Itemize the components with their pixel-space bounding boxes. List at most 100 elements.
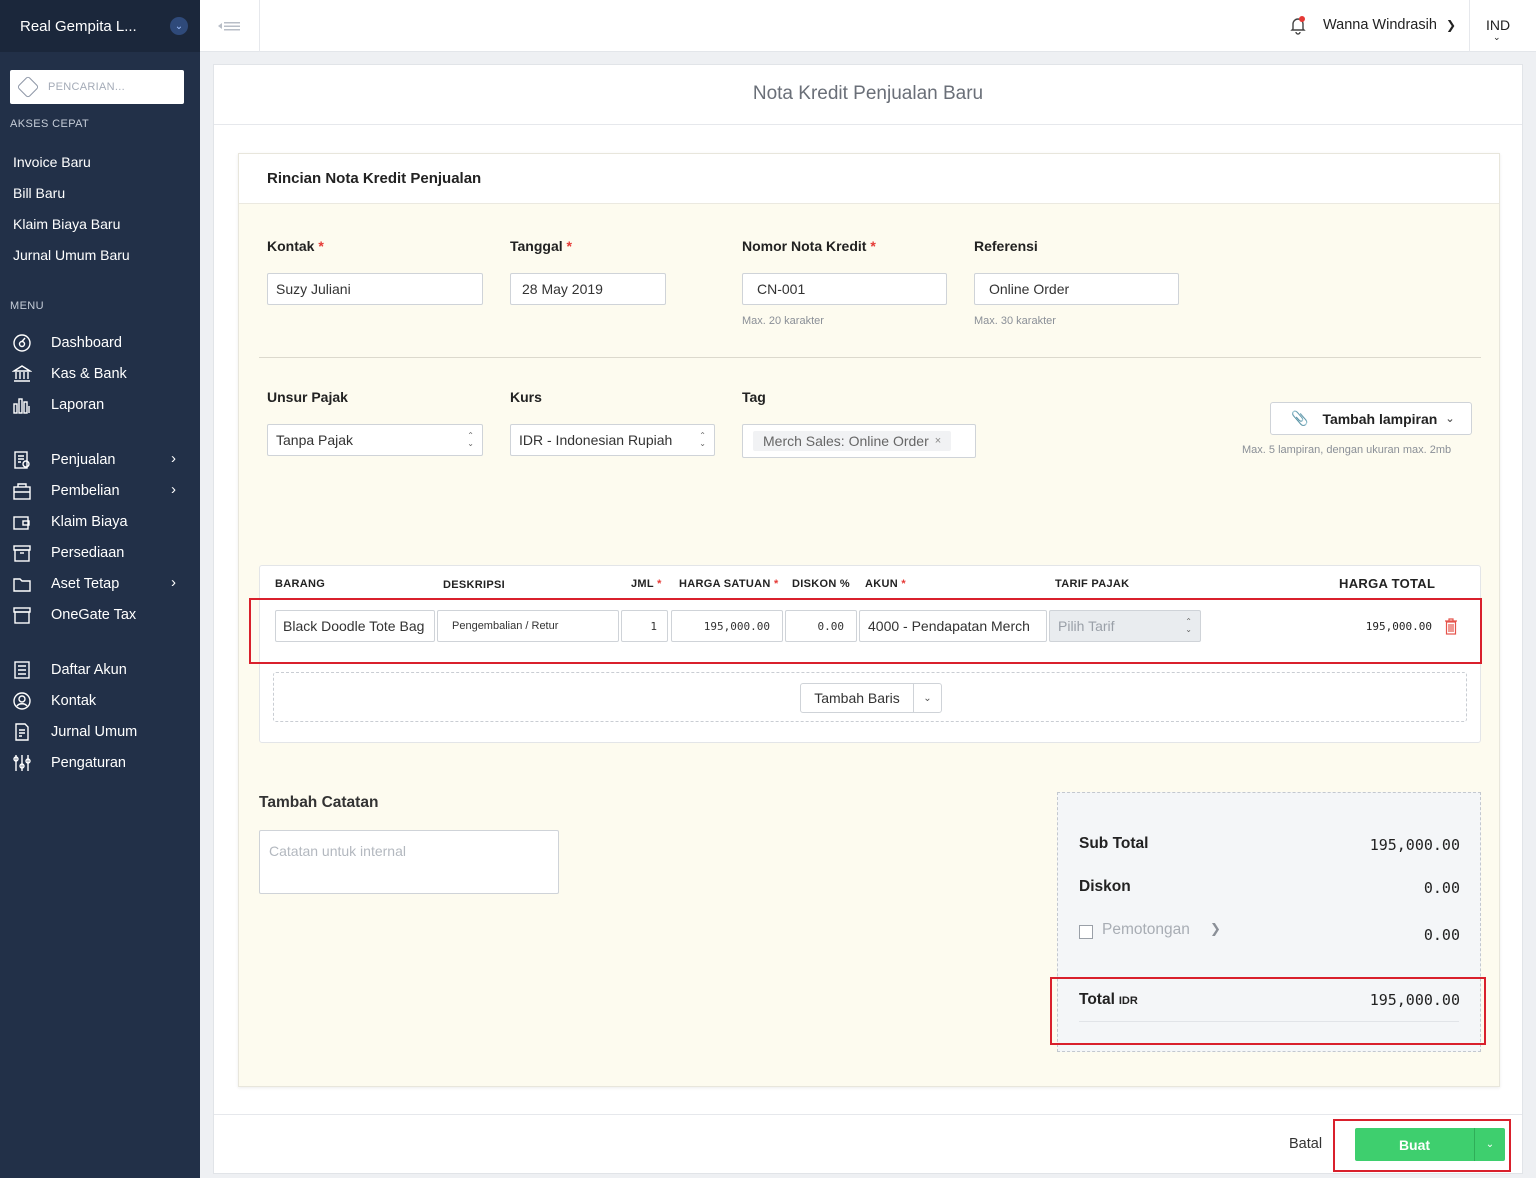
chevron-down-icon[interactable]: ⌄: [170, 17, 188, 35]
journal-icon: [12, 722, 32, 742]
sidebar-item-fixed-assets[interactable]: Aset Tetap ›: [12, 572, 188, 596]
divider: [214, 1114, 1522, 1115]
sidebar-item-label: Penjualan: [51, 452, 116, 468]
sidebar-item-general-journal[interactable]: Jurnal Umum: [12, 720, 188, 744]
add-row-button[interactable]: Tambah Baris ⌄: [800, 683, 942, 713]
contact-icon: [12, 691, 32, 711]
discount-value: 0.00: [1423, 879, 1460, 897]
tax-value: Tanpa Pajak: [276, 432, 354, 448]
sidebar-item-inventory[interactable]: Persediaan: [12, 541, 188, 565]
wallet-icon: [12, 512, 32, 532]
sidebar-item-label: Kontak: [51, 693, 97, 709]
sidebar-item-sales[interactable]: Penjualan ›: [12, 448, 188, 472]
sidebar-item-contacts[interactable]: Kontak: [12, 689, 188, 713]
chart-icon: [12, 395, 32, 415]
notes-label: Tambah Catatan: [259, 794, 379, 811]
search-input[interactable]: PENCARIAN...: [10, 70, 184, 104]
row-highlight-box: [249, 598, 1482, 664]
sidebar-item-label: Aset Tetap: [51, 576, 120, 592]
sidebar-item-onegate-tax[interactable]: OneGate Tax: [12, 603, 188, 627]
sidebar-item-dashboard[interactable]: Dashboard: [12, 331, 188, 355]
deduction-label[interactable]: Pemotongan: [1102, 921, 1190, 939]
subtotal-label: Sub Total: [1079, 835, 1149, 852]
reference-field[interactable]: Online Order: [974, 273, 1179, 305]
dashboard-icon: [12, 333, 32, 353]
column-header-discount: DISKON %: [792, 578, 851, 590]
menu-toggle-icon[interactable]: [212, 16, 246, 36]
add-row-label: Tambah Baris: [801, 684, 914, 712]
select-arrows-icon: ⌃ ⌄: [467, 431, 474, 448]
language-selector[interactable]: IND: [1486, 17, 1510, 33]
credit-note-number-hint: Max. 20 karakter: [742, 315, 824, 327]
credit-note-number-value: CN-001: [757, 281, 806, 297]
date-label: Tanggal *: [510, 238, 572, 254]
summary-box: Sub Total 195,000.00 Diskon 0.00 Pemoton…: [1050, 792, 1486, 1052]
sales-icon: [12, 450, 32, 470]
remove-tag-icon[interactable]: ×: [935, 435, 941, 447]
column-header-tax-rate: TARIF PAJAK: [1055, 578, 1130, 590]
chevron-down-icon[interactable]: ⌄: [914, 684, 941, 712]
sidebar-item-chart-of-accounts[interactable]: Daftar Akun: [12, 658, 188, 682]
discount-label: Diskon: [1079, 878, 1131, 895]
top-bar: Wanna Windrasih ❯ IND ⌄: [200, 0, 1536, 52]
quick-link-journal[interactable]: Jurnal Umum Baru: [13, 247, 130, 263]
paperclip-icon: 📎: [1291, 410, 1309, 426]
contact-field[interactable]: Suzy Juliani: [267, 273, 483, 305]
main-panel: Nota Kredit Penjualan Baru Rincian Nota …: [213, 64, 1523, 1174]
currency-select[interactable]: IDR - Indonesian Rupiah ⌃ ⌄: [510, 424, 715, 456]
company-switcher[interactable]: Real Gempita L... ⌄: [0, 0, 200, 52]
credit-note-number-label: Nomor Nota Kredit *: [742, 238, 876, 254]
tax-icon: [12, 605, 32, 625]
total-highlight-box: [1050, 977, 1486, 1045]
line-items-table: BARANG DESKRIPSI JML * HARGA SATUAN * DI…: [249, 565, 1482, 743]
create-highlight-box: [1333, 1119, 1511, 1172]
sidebar-item-label: Klaim Biaya: [51, 514, 128, 530]
box-icon: [12, 543, 32, 563]
reference-label: Referensi: [974, 238, 1038, 254]
bank-icon: [12, 364, 32, 384]
deduction-value: 0.00: [1423, 926, 1460, 944]
cancel-button[interactable]: Batal: [1289, 1136, 1322, 1152]
sidebar-item-settings[interactable]: Pengaturan: [12, 751, 188, 775]
chevron-down-icon[interactable]: ❯: [1210, 921, 1221, 937]
credit-note-number-field[interactable]: CN-001: [742, 273, 947, 305]
user-name[interactable]: Wanna Windrasih: [1323, 17, 1437, 33]
date-field[interactable]: 28 May 2019: [510, 273, 666, 305]
tag-chip: Merch Sales: Online Order ×: [753, 431, 952, 451]
quick-access-label: AKSES CEPAT: [10, 118, 90, 130]
divider: [214, 124, 1522, 125]
card-title: Rincian Nota Kredit Penjualan: [267, 170, 482, 187]
menu-label: MENU: [10, 300, 44, 312]
column-header-item: BARANG: [275, 578, 326, 590]
notification-bell-icon[interactable]: [1288, 15, 1308, 35]
tag-input[interactable]: Merch Sales: Online Order ×: [742, 424, 976, 458]
folder-icon: [12, 574, 32, 594]
card-header: Rincian Nota Kredit Penjualan: [239, 154, 1499, 204]
column-header-description: DESKRIPSI: [443, 579, 505, 591]
tax-select[interactable]: Tanpa Pajak ⌃ ⌄: [267, 424, 483, 456]
sidebar-item-reports[interactable]: Laporan: [12, 393, 188, 417]
add-row-area: Tambah Baris ⌄: [273, 672, 1467, 722]
sidebar-item-label: OneGate Tax: [51, 607, 137, 623]
sidebar-item-cash-bank[interactable]: Kas & Bank: [12, 362, 188, 386]
add-attachment-label: Tambah lampiran: [1322, 410, 1438, 427]
chevron-right-icon: ›: [171, 450, 176, 467]
chevron-down-icon: ⌄: [1445, 413, 1455, 425]
quick-link-bill[interactable]: Bill Baru: [13, 185, 65, 201]
quick-link-invoice[interactable]: Invoice Baru: [13, 154, 91, 170]
quick-link-expense[interactable]: Klaim Biaya Baru: [13, 216, 120, 232]
add-attachment-button[interactable]: 📎 Tambah lampiran ⌄: [1270, 402, 1472, 435]
chevron-down-icon[interactable]: ⌄: [1493, 32, 1501, 43]
attachment-hint: Max. 5 lampiran, dengan ukuran max. 2mb: [1242, 444, 1452, 456]
reference-hint: Max. 30 karakter: [974, 315, 1056, 327]
deduction-checkbox[interactable]: [1079, 925, 1093, 939]
sidebar-item-purchases[interactable]: Pembelian ›: [12, 479, 188, 503]
chevron-right-icon: ›: [171, 481, 176, 498]
column-header-total: HARGA TOTAL: [1339, 576, 1436, 591]
search-icon: [16, 75, 40, 99]
chevron-down-icon[interactable]: ❯: [1446, 18, 1456, 32]
search-placeholder: PENCARIAN...: [48, 81, 125, 93]
sidebar-item-expense-claims[interactable]: Klaim Biaya: [12, 510, 188, 534]
column-header-unit-price: HARGA SATUAN *: [679, 578, 779, 590]
notes-textarea[interactable]: Catatan untuk internal: [259, 830, 559, 894]
